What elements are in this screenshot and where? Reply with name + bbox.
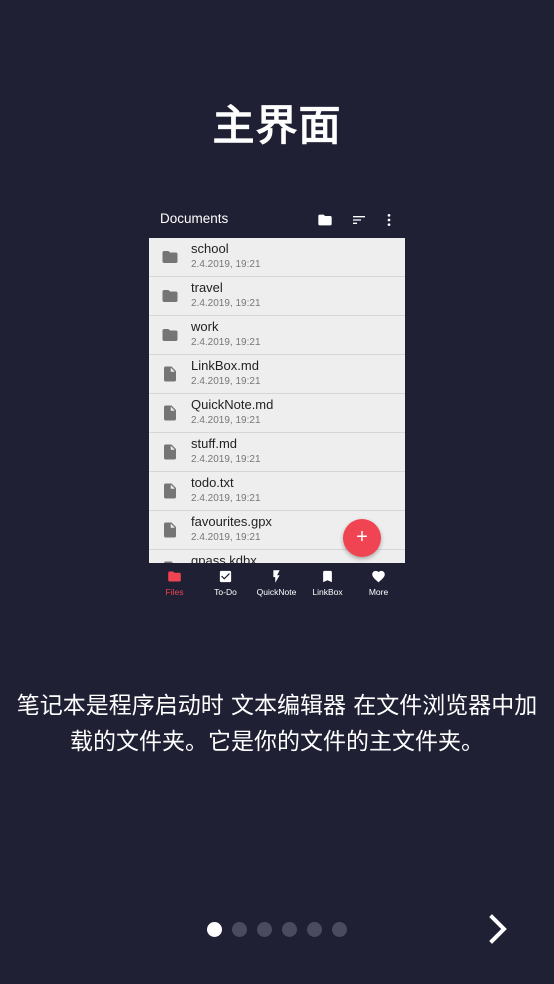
- file-date: 2.4.2019, 19:21: [191, 298, 261, 309]
- file-list-item: school 2.4.2019, 19:21: [149, 238, 405, 277]
- file-name: todo.txt: [191, 475, 234, 490]
- page-title: 主界面: [212, 101, 342, 150]
- file-icon: [164, 483, 176, 499]
- file-name: school: [191, 241, 229, 256]
- file-icon: [164, 444, 176, 460]
- folder-icon: [318, 214, 332, 226]
- folder-icon: [162, 329, 178, 341]
- file-name: LinkBox.md: [191, 358, 259, 373]
- file-list-item: QuickNote.md 2.4.2019, 19:21: [149, 394, 405, 433]
- preview-appbar-title: Documents: [160, 211, 229, 226]
- nav-label: Files: [165, 587, 184, 597]
- nav-item-quicknote: QuickNote: [251, 563, 302, 608]
- nav-item-more: More: [353, 563, 404, 608]
- file-list: school 2.4.2019, 19:21 travel 2.4.2019, 19:…: [149, 238, 405, 563]
- file-list-item: todo.txt 2.4.2019, 19:21: [149, 472, 405, 511]
- file-date: 2.4.2019, 19:21: [191, 376, 261, 387]
- file-list-item: travel 2.4.2019, 19:21: [149, 277, 405, 316]
- pager-dot[interactable]: [307, 922, 322, 937]
- nav-item-files: Files: [149, 563, 200, 608]
- folder-icon: [162, 251, 178, 263]
- app-preview-screenshot: Documents school 2.4.2019, 19:21 travel 2.4…: [149, 203, 405, 608]
- folder-icon: [162, 290, 178, 302]
- file-date: 2.4.2019, 19:21: [191, 454, 261, 465]
- file-name: gpass.kdbx: [191, 553, 257, 563]
- preview-appbar: Documents: [149, 203, 405, 238]
- next-button[interactable]: [484, 913, 514, 945]
- file-date: 2.4.2019, 19:21: [191, 415, 261, 426]
- add-fab-button: +: [343, 519, 381, 557]
- nav-item-todo: To-Do: [200, 563, 251, 608]
- pager-dot[interactable]: [332, 922, 347, 937]
- nav-label: To-Do: [214, 587, 237, 597]
- file-date: 2.4.2019, 19:21: [191, 259, 261, 270]
- file-name: favourites.gpx: [191, 514, 272, 529]
- preview-bottom-nav: Files To-Do QuickNote LinkBox More: [149, 563, 405, 608]
- file-date: 2.4.2019, 19:21: [191, 493, 261, 504]
- pager-dot[interactable]: [232, 922, 247, 937]
- file-date: 2.4.2019, 19:21: [191, 532, 261, 543]
- more-vert-icon: [387, 214, 391, 226]
- nav-label: LinkBox: [312, 587, 343, 597]
- nav-label: More: [368, 587, 389, 597]
- folder-icon: [168, 571, 181, 582]
- file-list-item: stuff.md 2.4.2019, 19:21: [149, 433, 405, 472]
- description-text: 笔记本是程序启动时 文本编辑器 在文件浏览器中加载的文件夹。它是你的文件的主文件…: [16, 693, 538, 755]
- pager-dot[interactable]: [282, 922, 297, 937]
- file-name: work: [191, 319, 219, 334]
- file-icon: [164, 522, 176, 538]
- checkbox-icon: [219, 570, 232, 583]
- nav-item-linkbox: LinkBox: [302, 563, 353, 608]
- nav-label: QuickNote: [256, 587, 297, 597]
- chevron-right-icon: [489, 914, 507, 944]
- heart-icon: [372, 570, 385, 583]
- bolt-icon: [273, 570, 280, 583]
- file-date: 2.4.2019, 19:21: [191, 337, 261, 348]
- pager-dot[interactable]: [257, 922, 272, 937]
- file-list-item: LinkBox.md 2.4.2019, 19:21: [149, 355, 405, 394]
- file-name: stuff.md: [191, 436, 238, 451]
- pager-dot[interactable]: [207, 922, 222, 937]
- file-list-item: work 2.4.2019, 19:21: [149, 316, 405, 355]
- bookmark-icon: [323, 570, 332, 583]
- sort-icon: [353, 216, 365, 224]
- file-name: QuickNote.md: [191, 397, 274, 412]
- file-icon: [164, 366, 176, 382]
- file-name: travel: [191, 280, 223, 295]
- file-icon: [164, 405, 176, 421]
